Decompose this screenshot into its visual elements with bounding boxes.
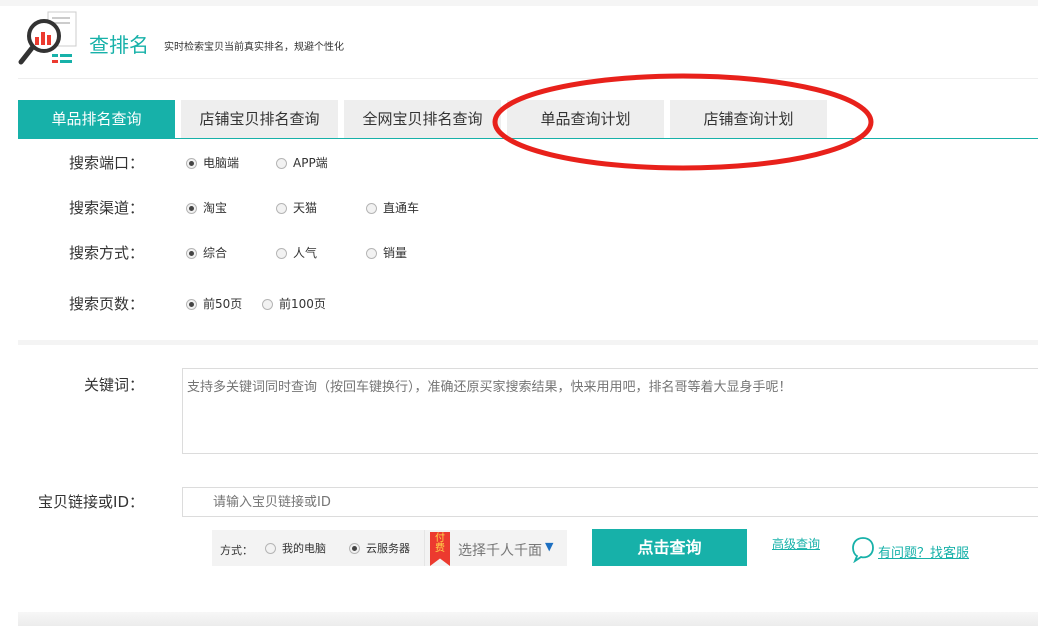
- radio-label: 综合: [203, 246, 228, 260]
- magnifier-chart-icon: [18, 11, 77, 65]
- radio-my-computer[interactable]: 我的电脑: [265, 542, 326, 556]
- keyword-label: 关键词：: [83, 376, 144, 394]
- radio-label: APP端: [293, 156, 328, 170]
- header-divider: [18, 78, 1038, 79]
- radio-channel-taobao[interactable]: 淘宝: [186, 201, 227, 215]
- radio-channel-ztc[interactable]: 直通车: [366, 201, 419, 215]
- radio-pages-50[interactable]: 前50页: [186, 297, 242, 311]
- radio-label: 人气: [293, 246, 318, 260]
- radio-label: 直通车: [383, 201, 420, 215]
- paid-badge-text: 付费: [435, 533, 445, 554]
- customer-service-text: 有问题？找客服: [878, 546, 970, 561]
- page-subtitle: 实时检索宝贝当前真实排名，规避个性化: [164, 42, 344, 53]
- radio-cloud-server[interactable]: 云服务器: [349, 542, 410, 556]
- radio-dot-icon: [276, 203, 287, 214]
- tab-bar: 单品排名查询 店铺宝贝排名查询 全网宝贝排名查询 单品查询计划 店铺查询计划: [18, 100, 1038, 138]
- personalization-select-label: 选择千人千面: [458, 543, 542, 559]
- search-channel-label: 搜索渠道：: [68, 199, 144, 217]
- search-pages-row: 搜索页数： 前50页 前100页: [0, 292, 1038, 316]
- caret-down-icon: ▼: [545, 540, 554, 553]
- query-method-box: 方式： 我的电脑 云服务器: [212, 530, 424, 566]
- search-pages-label: 搜索页数：: [68, 295, 144, 313]
- radio-label: 淘宝: [203, 201, 228, 215]
- radio-dot-icon: [366, 203, 377, 214]
- radio-dot-icon: [186, 203, 197, 214]
- page-title: 查排名: [89, 33, 149, 57]
- query-button[interactable]: 点击查询: [592, 529, 747, 566]
- radio-channel-tmall[interactable]: 天猫: [276, 201, 317, 215]
- tab-single-item-plan[interactable]: 单品查询计划: [507, 100, 664, 138]
- item-link-input[interactable]: [182, 487, 1038, 517]
- radio-method-popularity[interactable]: 人气: [276, 246, 317, 260]
- radio-dot-icon: [186, 248, 197, 259]
- search-method-row: 搜索方式： 综合 人气 销量: [0, 241, 1038, 265]
- radio-label: 电脑端: [203, 156, 240, 170]
- tab-single-item-rank[interactable]: 单品排名查询: [18, 100, 175, 138]
- radio-dot-icon: [186, 299, 197, 310]
- item-link-label: 宝贝链接或ID：: [38, 493, 144, 511]
- radio-label: 云服务器: [366, 542, 410, 555]
- search-port-row: 搜索端口： 电脑端 APP端: [0, 151, 1038, 175]
- search-port-label: 搜索端口：: [68, 154, 144, 172]
- query-method-label: 方式：: [220, 544, 253, 557]
- radio-label: 前100页: [279, 297, 326, 311]
- radio-port-app[interactable]: APP端: [276, 156, 328, 170]
- search-method-label: 搜索方式：: [68, 244, 144, 262]
- radio-dot-icon: [349, 543, 360, 554]
- radio-port-pc[interactable]: 电脑端: [186, 156, 239, 170]
- advanced-query-link[interactable]: 高级查询: [772, 535, 820, 552]
- tab-global-item-rank[interactable]: 全网宝贝排名查询: [344, 100, 501, 138]
- section-divider: [18, 340, 1038, 345]
- radio-label: 天猫: [293, 201, 318, 215]
- chat-bubble-icon: [852, 537, 874, 563]
- personalization-select[interactable]: 付费 选择千人千面 ▼: [424, 530, 567, 566]
- radio-method-overall[interactable]: 综合: [186, 246, 227, 260]
- radio-dot-icon: [276, 158, 287, 169]
- tabs-underline: [18, 138, 1038, 139]
- radio-method-sales[interactable]: 销量: [366, 246, 407, 260]
- radio-dot-icon: [186, 158, 197, 169]
- radio-label: 我的电脑: [282, 542, 326, 555]
- radio-dot-icon: [276, 248, 287, 259]
- radio-pages-100[interactable]: 前100页: [262, 297, 326, 311]
- radio-dot-icon: [262, 299, 273, 310]
- tab-store-item-rank[interactable]: 店铺宝贝排名查询: [181, 100, 338, 138]
- top-strip: [0, 0, 1038, 6]
- radio-dot-icon: [366, 248, 377, 259]
- footer-band: [18, 612, 1038, 626]
- paid-badge-icon: 付费: [430, 532, 450, 566]
- tab-store-plan[interactable]: 店铺查询计划: [670, 100, 827, 138]
- radio-dot-icon: [265, 543, 276, 554]
- radio-label: 销量: [383, 246, 408, 260]
- search-channel-row: 搜索渠道： 淘宝 天猫 直通车: [0, 196, 1038, 220]
- radio-label: 前50页: [203, 297, 243, 311]
- keyword-input[interactable]: [182, 368, 1038, 454]
